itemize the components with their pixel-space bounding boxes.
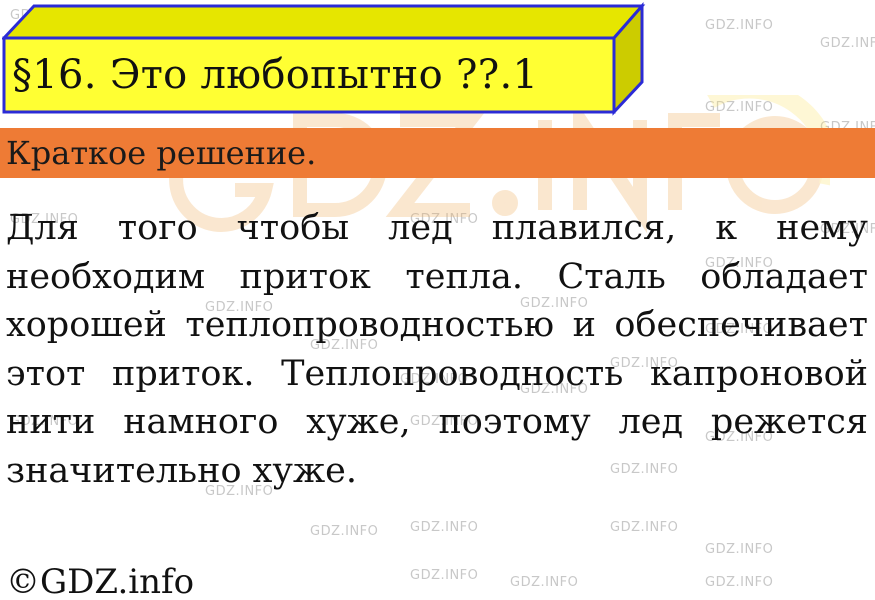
- watermark-text: GDZ.INFO: [820, 36, 875, 51]
- watermark-text: GDZ.INFO: [705, 542, 774, 557]
- section-label: Краткое решение.: [6, 134, 317, 172]
- solution-paragraph: Для того чтобы лед плавился, к нему необ…: [6, 208, 868, 491]
- watermark-text: GDZ.INFO: [410, 520, 479, 535]
- page-title: §16. Это любопытно ??.1: [12, 52, 539, 98]
- watermark-text: GDZ.INFO: [310, 524, 379, 539]
- watermark-text: GDZ.INFO: [705, 575, 774, 590]
- watermark-text: GDZ.INFO: [510, 575, 579, 590]
- watermark-text: GDZ.INFO: [705, 18, 774, 33]
- copyright: ©GDZ.info: [6, 562, 195, 600]
- title-box: §16. Это любопытно ??.1: [2, 2, 646, 116]
- watermark-text: GDZ.INFO: [610, 520, 679, 535]
- solution-text: Для того чтобы лед плавился, к нему необ…: [6, 204, 868, 495]
- section-band: Краткое решение.: [0, 128, 875, 178]
- page: GDZ.INFO GDZ.INFO GDZ.INFO GDZ.INFO GDZ.…: [0, 0, 875, 600]
- watermark-text: GDZ.INFO: [410, 568, 479, 583]
